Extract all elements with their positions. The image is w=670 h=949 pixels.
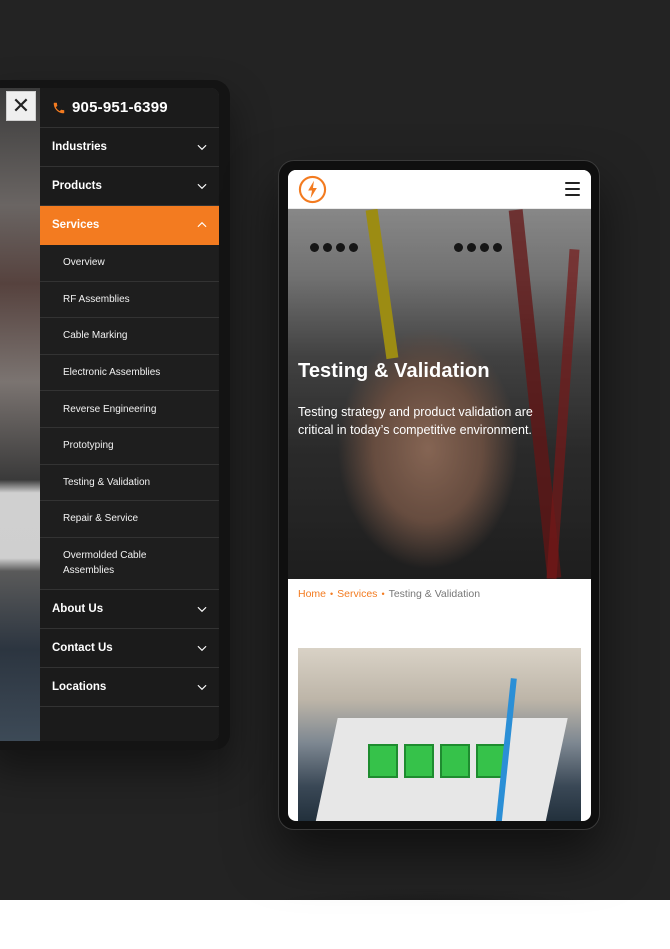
hero-description: Testing strategy and product validation …	[298, 405, 533, 437]
lightning-logo-icon[interactable]	[298, 175, 327, 204]
menu-item-contact-us[interactable]: Contact Us	[40, 629, 219, 668]
submenu-item-label: Reverse Engineering	[63, 403, 157, 415]
hero-overlay	[288, 209, 591, 579]
photo-connector	[440, 744, 470, 778]
breadcrumb: Home • Services • Testing & Validation	[298, 588, 583, 600]
submenu-item-reverse-engineering[interactable]: Reverse Engineering	[40, 391, 219, 428]
menu-item-locations[interactable]: Locations	[40, 668, 219, 707]
submenu-item-prototyping[interactable]: Prototyping	[40, 427, 219, 465]
chevron-down-icon	[197, 144, 207, 151]
menu-item-label: Services	[52, 219, 100, 231]
menu-item-services[interactable]: Services	[40, 206, 219, 245]
breadcrumb-separator: •	[330, 589, 334, 599]
hero-section: Testing & Validation Testing strategy an…	[288, 209, 591, 579]
menu-item-about-us[interactable]: About Us	[40, 590, 219, 629]
close-icon: ✕	[11, 93, 31, 118]
submenu-item-label: RF Assemblies	[63, 293, 130, 305]
submenu-item-label: Electronic Assemblies	[63, 367, 161, 379]
breadcrumb-services-link[interactable]: Services	[337, 588, 377, 600]
menu-item-label: About Us	[52, 602, 104, 615]
phone-number: 905-951-6399	[72, 99, 168, 116]
photo-connector	[368, 744, 398, 778]
chevron-down-icon	[197, 684, 207, 690]
submenu-item-overmolded-cable-assemblies[interactable]: Overmolded Cable Assemblies	[40, 537, 219, 590]
background-photo	[0, 88, 40, 741]
submenu-item-repair-service[interactable]: Repair & Service	[40, 501, 219, 538]
content-photo	[298, 648, 581, 821]
menu-item-products[interactable]: Products	[40, 167, 219, 206]
photo-connector	[404, 744, 434, 778]
submenu-item-label: Overview	[63, 257, 105, 269]
menu-item-label: Industries	[52, 141, 107, 153]
chevron-down-icon	[197, 645, 207, 651]
site-header	[288, 170, 591, 209]
breadcrumb-current: Testing & Validation	[388, 588, 481, 600]
bottom-band	[0, 900, 670, 949]
menu-item-label: Locations	[52, 680, 107, 693]
mobile-menu: 905-951-6399 Industries Products Service…	[40, 88, 219, 741]
breadcrumb-separator: •	[381, 589, 385, 599]
menu-item-label: Products	[52, 180, 102, 192]
submenu-item-cable-marking[interactable]: Cable Marking	[40, 318, 219, 355]
phone-icon	[53, 102, 65, 113]
chevron-up-icon	[197, 221, 207, 228]
submenu-item-label: Repair & Service	[63, 513, 139, 525]
close-menu-button[interactable]: ✕	[6, 91, 36, 121]
submenu-item-rf-assemblies[interactable]: RF Assemblies	[40, 281, 219, 319]
submenu-item-label: Prototyping	[63, 440, 114, 452]
hamburger-menu-icon[interactable]	[565, 182, 580, 196]
chevron-down-icon	[197, 606, 207, 612]
submenu-item-label: Cable Marking	[63, 330, 128, 342]
menu-item-industries[interactable]: Industries	[40, 128, 219, 167]
submenu-item-label: Overmolded Cable Assemblies	[63, 550, 147, 577]
right-device-screen: Testing & Validation Testing strategy an…	[288, 170, 591, 821]
menu-item-label: Contact Us	[52, 641, 113, 654]
menu-phone-link[interactable]: 905-951-6399	[40, 88, 219, 128]
submenu-item-testing-validation[interactable]: Testing & Validation	[40, 464, 219, 502]
hero-title: Testing & Validation	[298, 360, 490, 382]
submenu-item-electronic-assemblies[interactable]: Electronic Assemblies	[40, 354, 219, 392]
submenu-item-label: Testing & Validation	[63, 476, 151, 488]
left-device-screen: ✕ 905-951-6399 Industries Products Servi…	[0, 88, 219, 741]
breadcrumb-home-link[interactable]: Home	[298, 588, 326, 600]
chevron-down-icon	[197, 183, 207, 190]
submenu-item-overview[interactable]: Overview	[40, 245, 219, 282]
